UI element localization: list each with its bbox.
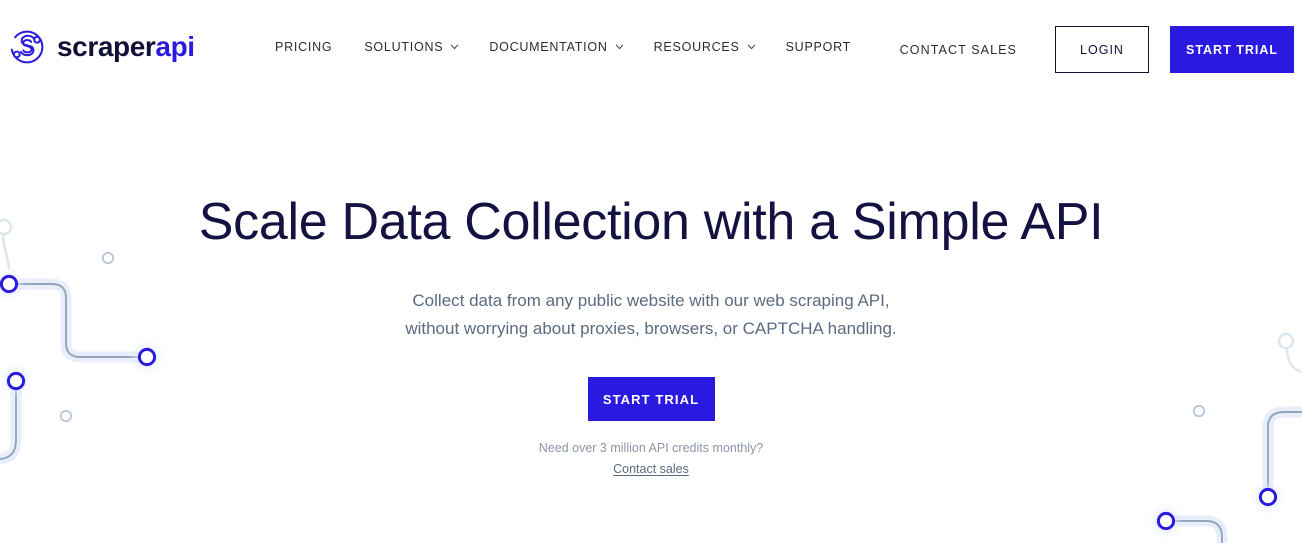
contact-sales-link[interactable]: CONTACT SALES bbox=[900, 43, 1017, 57]
nav-item-support[interactable]: SUPPORT bbox=[786, 40, 851, 54]
brand-name-primary: scraper bbox=[57, 31, 156, 62]
brand-logo[interactable]: scraperapi bbox=[8, 28, 195, 66]
hero-note: Need over 3 million API credits monthly?… bbox=[0, 439, 1302, 479]
chevron-down-icon bbox=[747, 44, 755, 50]
main-navigation: PRICING SOLUTIONS DOCUMENTATION RESOURCE… bbox=[275, 40, 851, 54]
nav-item-solutions[interactable]: SOLUTIONS bbox=[364, 40, 459, 54]
nav-label-support: SUPPORT bbox=[785, 40, 852, 54]
brand-wordmark: scraperapi bbox=[57, 33, 195, 61]
hero-contact-sales-link[interactable]: Contact sales bbox=[613, 460, 689, 479]
scraperapi-logo-icon bbox=[10, 30, 44, 64]
hero-subtitle-line-2: without worrying about proxies, browsers… bbox=[405, 318, 897, 338]
nav-label-solutions: SOLUTIONS bbox=[364, 40, 444, 54]
nav-item-documentation[interactable]: DOCUMENTATION bbox=[489, 40, 623, 54]
header-actions: CONTACT SALES LOGIN START TRIAL bbox=[900, 26, 1294, 73]
chevron-down-icon bbox=[451, 44, 459, 50]
page-title: Scale Data Collection with a Simple API bbox=[198, 193, 1104, 251]
hero-note-text: Need over 3 million API credits monthly? bbox=[538, 441, 764, 456]
deco-node-right-2 bbox=[1156, 511, 1176, 531]
deco-node-right-1 bbox=[1258, 487, 1278, 507]
nav-item-resources[interactable]: RESOURCES bbox=[654, 40, 756, 54]
hero-subtitle: Collect data from any public website wit… bbox=[0, 287, 1302, 342]
hero-cta-container: START TRIAL bbox=[0, 377, 1302, 422]
hero-section: Scale Data Collection with a Simple API … bbox=[0, 100, 1302, 479]
nav-label-resources: RESOURCES bbox=[653, 40, 740, 54]
nav-item-pricing[interactable]: PRICING bbox=[275, 40, 332, 54]
start-trial-button-hero[interactable]: START TRIAL bbox=[587, 377, 715, 422]
login-button[interactable]: LOGIN bbox=[1055, 26, 1149, 73]
site-header: scraperapi PRICING SOLUTIONS DOCUMENTATI… bbox=[0, 0, 1302, 100]
hero-subtitle-line-1: Collect data from any public website wit… bbox=[412, 291, 890, 311]
start-trial-button-header[interactable]: START TRIAL bbox=[1170, 26, 1294, 73]
nav-label-pricing: PRICING bbox=[275, 40, 333, 54]
nav-label-documentation: DOCUMENTATION bbox=[489, 40, 608, 54]
chevron-down-icon bbox=[615, 44, 623, 50]
landing-page: scraperapi PRICING SOLUTIONS DOCUMENTATI… bbox=[0, 0, 1302, 543]
brand-name-accent: api bbox=[155, 31, 195, 62]
